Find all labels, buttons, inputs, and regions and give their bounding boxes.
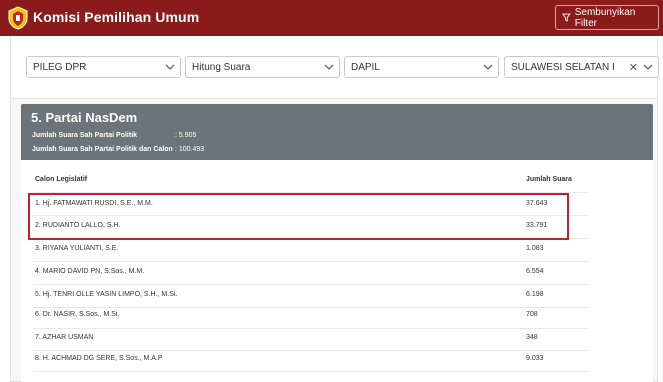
- divider: [33, 261, 588, 262]
- divider: [33, 350, 588, 351]
- table-row: 6. Dr. NASIR, S.Sos., M.Si.: [35, 311, 120, 318]
- level-select-value: DAPIL: [351, 61, 380, 73]
- kpu-logo-icon: [8, 6, 28, 30]
- chevron-down-icon: [643, 64, 653, 70]
- election-select-value: PILEG DPR: [33, 61, 87, 73]
- clear-icon[interactable]: ✕: [629, 61, 638, 74]
- party-votes-value: : 5.905: [175, 132, 197, 139]
- table-row-votes: 6.198: [526, 291, 544, 298]
- party-card: 5. Partai NasDem Jumlah Suara Sah Partai…: [21, 104, 653, 382]
- app-title: Komisi Pemilihan Umum: [33, 9, 200, 25]
- table-row: 5. Hj. TENRI OLLE YASIN LIMPO, S.H., M.S…: [35, 291, 178, 298]
- party-candidate-votes-label: Jumlah Suara Sah Partai Politik dan Calo…: [32, 146, 173, 153]
- hide-filter-button[interactable]: Sembunyikan Filter: [555, 5, 659, 30]
- column-header-votes: Jumlah Suara: [526, 176, 572, 183]
- table-row-votes: 6.554: [526, 268, 544, 275]
- election-select[interactable]: PILEG DPR: [26, 56, 181, 78]
- table-row-votes: 1.083: [526, 245, 544, 252]
- level-select[interactable]: DAPIL: [344, 56, 499, 78]
- region-select-value: SULAWESI SELATAN I: [511, 61, 615, 73]
- top-bar: Komisi Pemilihan Umum Sembunyikan Filter: [0, 0, 663, 36]
- party-votes-label: Jumlah Suara Sah Partai Politik: [32, 132, 138, 139]
- party-name: 5. Partai NasDem: [31, 110, 138, 125]
- divider: [33, 328, 588, 329]
- table-row: 4. MARIO DAVID PN, S.Sos., M.M.: [35, 268, 145, 275]
- table-row-votes: 9.033: [526, 355, 544, 362]
- divider: [33, 371, 588, 372]
- table-row: 8. H. ACHMAD DG SERE, S.Sos., M.A.P: [35, 355, 163, 362]
- view-select[interactable]: Hitung Suara: [185, 56, 340, 78]
- table-row: 7. AZHAR USMAN: [35, 334, 94, 341]
- filter-area: PILEG DPR Hitung Suara DAPIL SULAWESI SE…: [10, 36, 659, 102]
- table-row-votes: 348: [526, 334, 538, 341]
- chevron-down-icon: [324, 64, 334, 70]
- view-select-value: Hitung Suara: [192, 61, 251, 73]
- filter-icon: [562, 13, 571, 22]
- divider: [33, 284, 588, 285]
- party-candidate-votes-value: : 100.493: [175, 146, 205, 153]
- region-select[interactable]: SULAWESI SELATAN I ✕: [504, 56, 659, 78]
- chevron-down-icon: [483, 64, 493, 70]
- table-row: 3. RIYANA YULIANTI, S.E.: [35, 245, 119, 252]
- table-row-votes: 708: [526, 311, 538, 318]
- highlight-box: [28, 193, 569, 240]
- chevron-down-icon: [165, 64, 175, 70]
- hide-filter-label: Sembunyikan Filter: [574, 6, 636, 29]
- party-header: 5. Partai NasDem Jumlah Suara Sah Partai…: [21, 104, 653, 160]
- column-header-candidate: Calon Legislatif: [35, 176, 88, 183]
- divider: [33, 307, 588, 308]
